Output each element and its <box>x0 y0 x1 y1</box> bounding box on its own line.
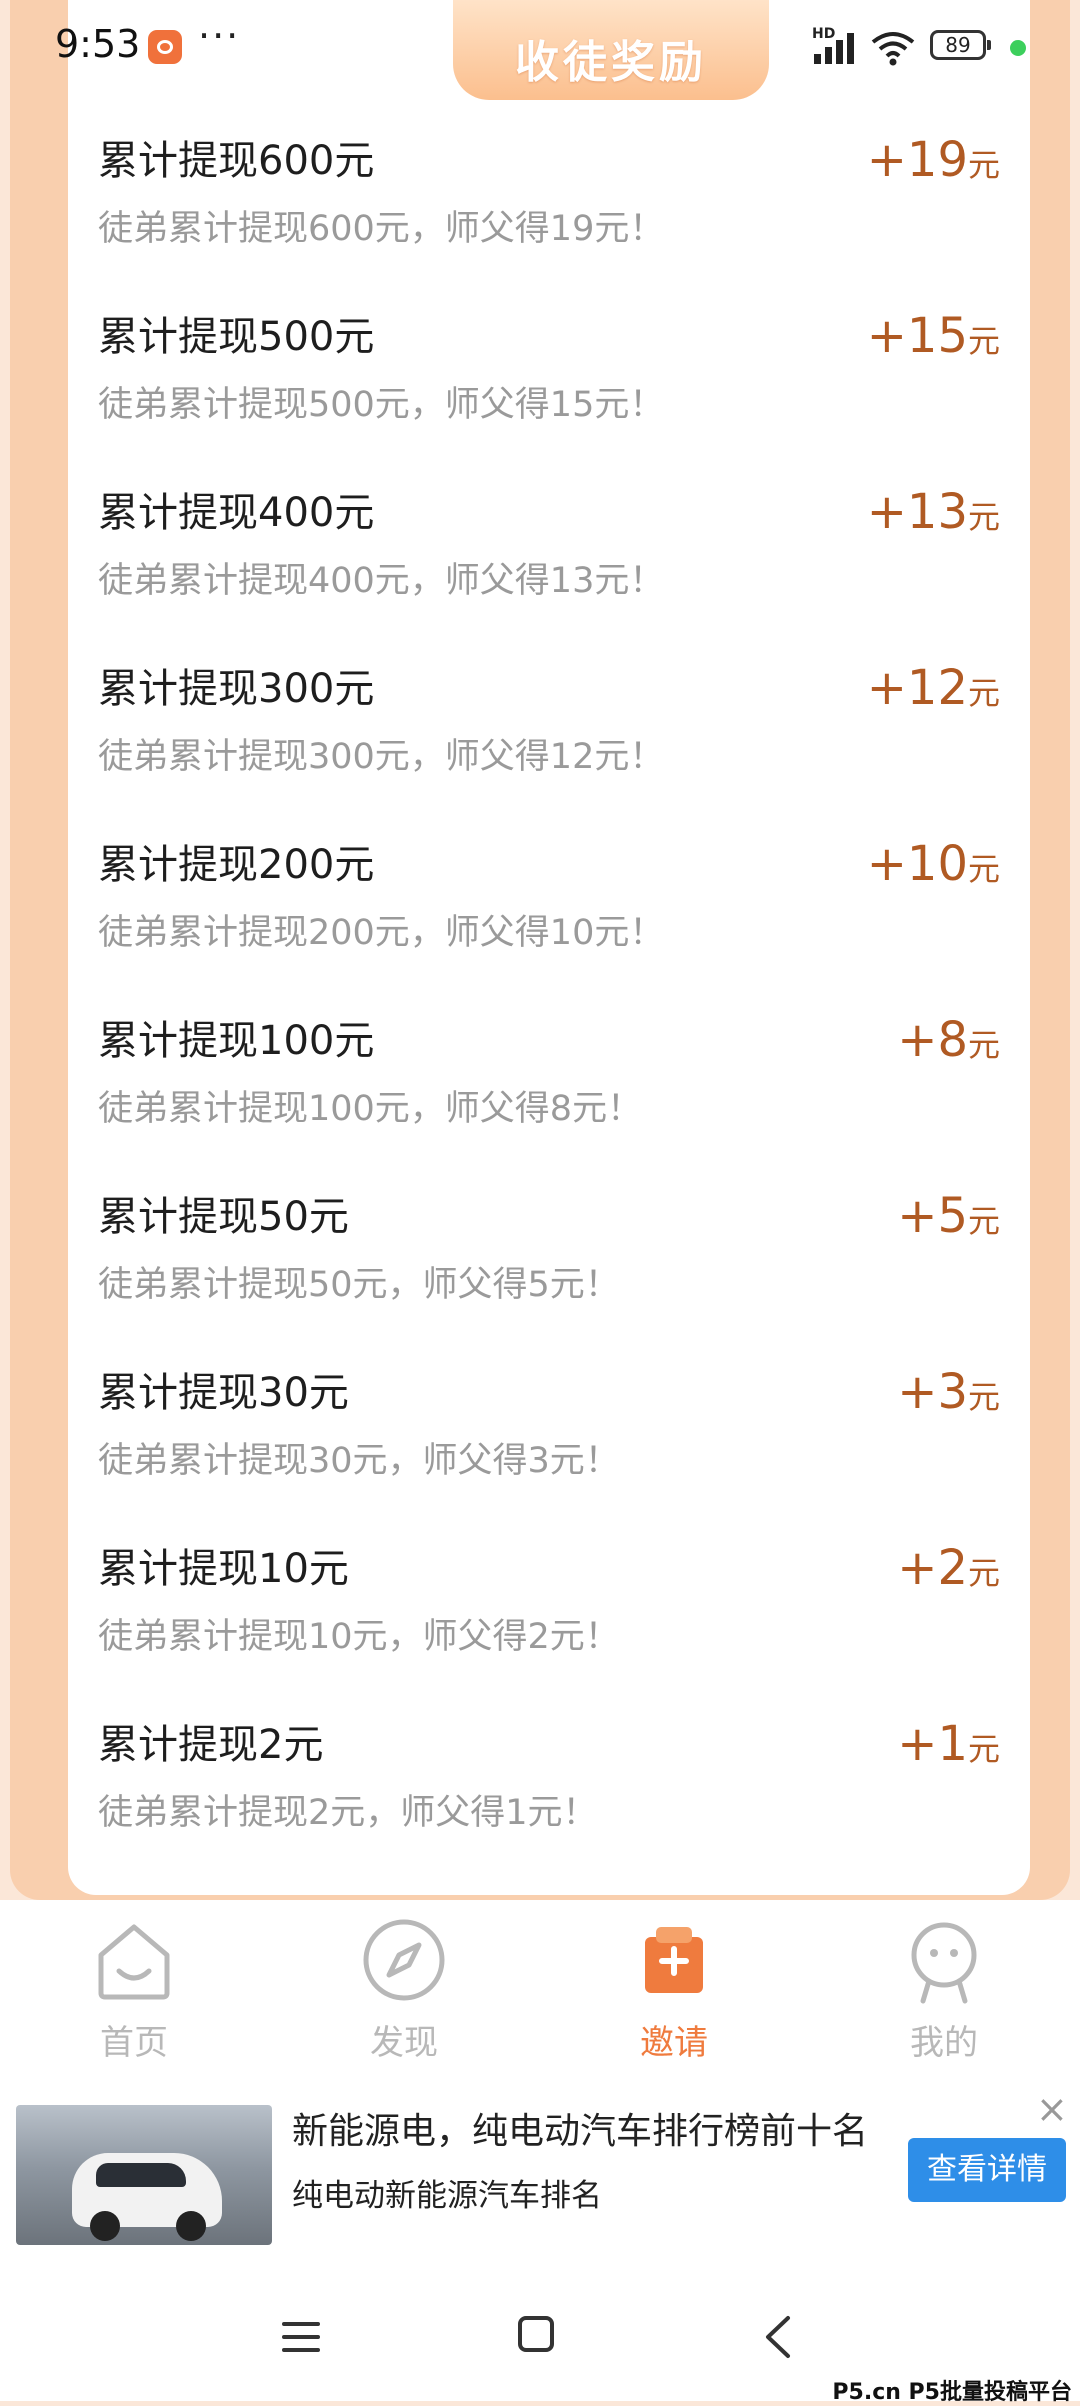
battery-icon: 89 <box>930 30 991 60</box>
reward-amount-unit: 元 <box>967 1554 1000 1592</box>
bottom-nav: 首页 发现 邀请 我的 <box>0 1900 1080 2090</box>
reward-title: 累计提现2元 <box>98 1722 324 1768</box>
reward-amount-unit: 元 <box>967 146 1000 184</box>
reward-title: 累计提现600元 <box>98 138 375 184</box>
reward-title: 累计提现100元 <box>98 1018 375 1064</box>
reward-amount-unit: 元 <box>967 674 1000 712</box>
reward-amount-value: +19 <box>866 132 968 188</box>
reward-desc: 徒弟累计提现400元，师父得13元！ <box>98 561 665 601</box>
watermark: P5.cn P5批量投稿平台 <box>832 2380 1072 2405</box>
privacy-indicator-dot <box>1010 40 1026 56</box>
home-icon <box>98 1924 170 2000</box>
nav-label: 发现 <box>370 2023 438 2063</box>
car-wheel <box>176 2211 206 2241</box>
reward-desc: 徒弟累计提现300元，师父得12元！ <box>98 737 665 777</box>
reward-amount-value: +5 <box>897 1188 968 1244</box>
reward-amount: +12元 <box>867 660 1000 716</box>
signal-icon <box>814 33 854 64</box>
reward-title: 累计提现400元 <box>98 490 375 536</box>
reward-row: 累计提现400元 徒弟累计提现400元，师父得13元！ +13元 <box>68 480 1030 656</box>
car-wheel <box>90 2211 120 2241</box>
reward-title: 累计提现30元 <box>98 1370 349 1416</box>
nav-item-discover[interactable]: 发现 <box>314 1915 494 2075</box>
reward-row: 累计提现300元 徒弟累计提现300元，师父得12元！ +12元 <box>68 656 1030 832</box>
reward-row: 累计提现2元 徒弟累计提现2元，师父得1元！ +1元 <box>68 1712 1030 1888</box>
profile-icon <box>911 1922 977 2004</box>
reward-desc: 徒弟累计提现200元，师父得10元！ <box>98 913 665 953</box>
reward-desc: 徒弟累计提现10元，师父得2元！ <box>98 1617 620 1657</box>
nav-label: 首页 <box>100 2023 168 2063</box>
ad-title[interactable]: 新能源电，纯电动汽车排行榜前十名 <box>292 2102 868 2154</box>
reward-row: 累计提现10元 徒弟累计提现10元，师父得2元！ +2元 <box>68 1536 1030 1712</box>
reward-amount-value: +8 <box>897 1012 968 1068</box>
reward-title: 累计提现200元 <box>98 842 375 888</box>
reward-desc: 徒弟累计提现30元，师父得3元！ <box>98 1441 620 1481</box>
reward-amount: +10元 <box>867 836 1000 892</box>
reward-desc: 徒弟累计提现500元，师父得15元！ <box>98 385 665 425</box>
status-bar: 9:53 ··· HD 89 <box>0 0 1080 100</box>
reward-amount: +3元 <box>897 1364 1000 1420</box>
reward-amount-value: +1 <box>897 1716 968 1772</box>
reward-amount-unit: 元 <box>967 322 1000 360</box>
reward-amount-value: +2 <box>897 1540 968 1596</box>
reward-amount: +5元 <box>897 1188 1000 1244</box>
menu-icon[interactable] <box>282 2320 320 2354</box>
reward-amount: +13元 <box>867 484 1000 540</box>
system-nav-bar: P5.cn P5批量投稿平台 <box>0 2270 1080 2405</box>
back-icon[interactable] <box>758 2314 798 2360</box>
reward-amount-value: +12 <box>866 660 968 716</box>
reward-desc: 徒弟累计提现100元，师父得8元！ <box>98 1089 643 1129</box>
ad-subtitle: 纯电动新能源汽车排名 <box>292 2178 602 2214</box>
reward-amount: +8元 <box>897 1012 1000 1068</box>
wifi-icon <box>871 32 915 66</box>
app-notification-icon <box>148 30 182 64</box>
reward-amount: +15元 <box>867 308 1000 364</box>
reward-amount-value: +3 <box>897 1364 968 1420</box>
reward-title: 累计提现500元 <box>98 314 375 360</box>
ad-image[interactable] <box>16 2105 272 2245</box>
reward-amount: +2元 <box>897 1540 1000 1596</box>
status-time: 9:53 <box>55 22 141 66</box>
reward-title: 累计提现300元 <box>98 666 375 712</box>
reward-row: 累计提现50元 徒弟累计提现50元，师父得5元！ +5元 <box>68 1184 1030 1360</box>
nav-item-invite[interactable]: 邀请 <box>584 1915 764 2075</box>
reward-amount-unit: 元 <box>967 1730 1000 1768</box>
reward-row: 累计提现100元 徒弟累计提现100元，师父得8元！ +8元 <box>68 1008 1030 1184</box>
reward-amount-unit: 元 <box>967 1026 1000 1064</box>
reward-amount-unit: 元 <box>967 850 1000 888</box>
reward-row: 累计提现500元 徒弟累计提现500元，师父得15元！ +15元 <box>68 304 1030 480</box>
reward-amount: +19元 <box>867 132 1000 188</box>
reward-amount-unit: 元 <box>967 498 1000 536</box>
reward-desc: 徒弟累计提现600元，师父得19元！ <box>98 209 665 249</box>
reward-amount-value: +15 <box>866 308 968 364</box>
reward-frame: 收徒奖励 累计提现600元 徒弟累计提现600元，师父得19元！ +19元 累计… <box>10 0 1070 1900</box>
reward-amount: +1元 <box>897 1716 1000 1772</box>
reward-amount-unit: 元 <box>967 1378 1000 1416</box>
nav-label: 邀请 <box>640 2023 708 2063</box>
reward-desc: 徒弟累计提现50元，师父得5元！ <box>98 1265 620 1305</box>
more-notifications-icon: ··· <box>198 14 241 58</box>
reward-card: 收徒奖励 累计提现600元 徒弟累计提现600元，师父得19元！ +19元 累计… <box>68 0 1030 1895</box>
nav-item-profile[interactable]: 我的 <box>854 1915 1034 2075</box>
reward-row: 累计提现600元 徒弟累计提现600元，师父得19元！ +19元 <box>68 128 1030 304</box>
close-icon[interactable]: × <box>1036 2090 1068 2128</box>
view-details-button[interactable]: 查看详情 <box>908 2138 1066 2202</box>
nav-item-home[interactable]: 首页 <box>44 1915 224 2075</box>
invite-icon <box>645 1927 703 1993</box>
reward-title: 累计提现50元 <box>98 1194 349 1240</box>
reward-row: 累计提现200元 徒弟累计提现200元，师父得10元！ +10元 <box>68 832 1030 1008</box>
reward-amount-unit: 元 <box>967 1202 1000 1240</box>
ad-banner[interactable]: 新能源电，纯电动汽车排行榜前十名 纯电动新能源汽车排名 × 查看详情 <box>0 2090 1080 2270</box>
nav-label: 我的 <box>910 2023 978 2063</box>
reward-amount-value: +10 <box>866 836 968 892</box>
reward-row: 累计提现30元 徒弟累计提现30元，师父得3元！ +3元 <box>68 1360 1030 1536</box>
reward-title: 累计提现10元 <box>98 1546 349 1592</box>
reward-desc: 徒弟累计提现2元，师父得1元！ <box>98 1793 598 1833</box>
home-button-icon[interactable] <box>518 2316 554 2352</box>
reward-amount-value: +13 <box>866 484 968 540</box>
compass-icon <box>363 1919 445 2001</box>
